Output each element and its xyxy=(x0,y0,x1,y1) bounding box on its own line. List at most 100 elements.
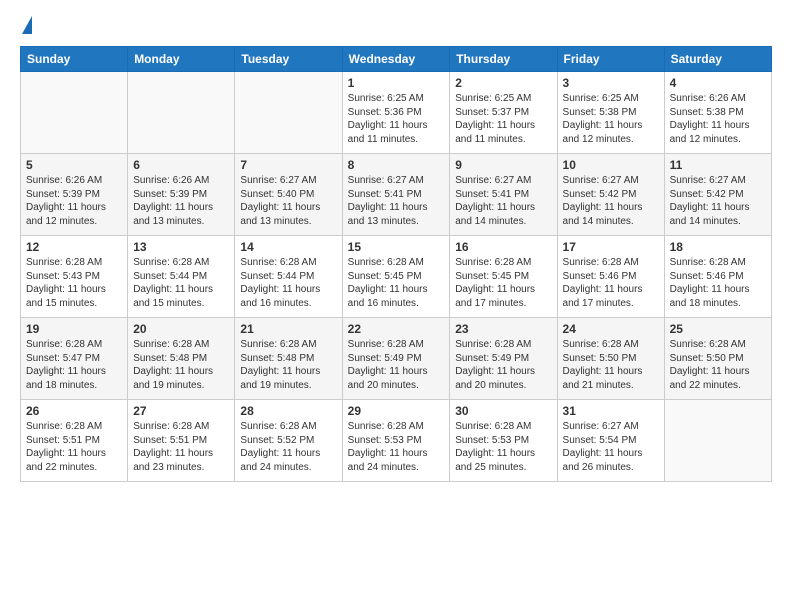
calendar-week-row: 5 Sunrise: 6:26 AMSunset: 5:39 PMDaylight… xyxy=(21,154,772,236)
calendar-header-friday: Friday xyxy=(557,47,664,72)
day-number: 8 xyxy=(348,158,445,172)
calendar-header-sunday: Sunday xyxy=(21,47,128,72)
calendar-cell: 14 Sunrise: 6:28 AMSunset: 5:44 PMDayligh… xyxy=(235,236,342,318)
day-number: 21 xyxy=(240,322,336,336)
day-detail: Sunrise: 6:28 AMSunset: 5:51 PMDaylight:… xyxy=(133,420,229,474)
calendar-cell: 9 Sunrise: 6:27 AMSunset: 5:41 PMDaylight… xyxy=(450,154,557,236)
day-number: 30 xyxy=(455,404,551,418)
day-number: 3 xyxy=(563,76,659,90)
calendar-cell: 28Sunrise: 6:28 AMSunset: 5:52 PMDayligh… xyxy=(235,400,342,482)
day-detail: Sunrise: 6:28 AMSunset: 5:48 PMDaylight:… xyxy=(133,338,229,392)
calendar-cell: 15 Sunrise: 6:28 AMSunset: 5:45 PMDayligh… xyxy=(342,236,450,318)
day-number: 31 xyxy=(563,404,659,418)
calendar-cell: 10 Sunrise: 6:27 AMSunset: 5:42 PMDayligh… xyxy=(557,154,664,236)
day-detail: Sunrise: 6:28 AMSunset: 5:44 PMDaylight:… xyxy=(240,256,336,310)
calendar-cell: 19Sunrise: 6:28 AMSunset: 5:47 PMDayligh… xyxy=(21,318,128,400)
calendar-cell: 22 Sunrise: 6:28 AMSunset: 5:49 PMDayligh… xyxy=(342,318,450,400)
calendar-cell: 16 Sunrise: 6:28 AMSunset: 5:45 PMDayligh… xyxy=(450,236,557,318)
day-number: 7 xyxy=(240,158,336,172)
day-number: 10 xyxy=(563,158,659,172)
day-detail: Sunrise: 6:28 AMSunset: 5:53 PMDaylight:… xyxy=(348,420,445,474)
day-detail: Sunrise: 6:27 AMSunset: 5:42 PMDaylight:… xyxy=(563,174,659,228)
calendar-cell: 27Sunrise: 6:28 AMSunset: 5:51 PMDayligh… xyxy=(128,400,235,482)
day-number: 9 xyxy=(455,158,551,172)
day-detail: Sunrise: 6:28 AMSunset: 5:46 PMDaylight:… xyxy=(670,256,766,310)
calendar-cell: 8Sunrise: 6:27 AMSunset: 5:41 PMDaylight… xyxy=(342,154,450,236)
calendar-cell: 7 Sunrise: 6:27 AMSunset: 5:40 PMDaylight… xyxy=(235,154,342,236)
calendar-cell: 29 Sunrise: 6:28 AMSunset: 5:53 PMDayligh… xyxy=(342,400,450,482)
calendar-header-row: SundayMondayTuesdayWednesdayThursdayFrid… xyxy=(21,47,772,72)
calendar-cell xyxy=(235,72,342,154)
calendar-cell: 26 Sunrise: 6:28 AMSunset: 5:51 PMDayligh… xyxy=(21,400,128,482)
day-number: 15 xyxy=(348,240,445,254)
day-number: 22 xyxy=(348,322,445,336)
day-number: 11 xyxy=(670,158,766,172)
day-detail: Sunrise: 6:28 AMSunset: 5:44 PMDaylight:… xyxy=(133,256,229,310)
calendar-header-thursday: Thursday xyxy=(450,47,557,72)
day-number: 2 xyxy=(455,76,551,90)
calendar-header-tuesday: Tuesday xyxy=(235,47,342,72)
day-detail: Sunrise: 6:27 AMSunset: 5:54 PMDaylight:… xyxy=(563,420,659,474)
day-detail: Sunrise: 6:28 AMSunset: 5:51 PMDaylight:… xyxy=(26,420,122,474)
day-detail: Sunrise: 6:26 AMSunset: 5:39 PMDaylight:… xyxy=(133,174,229,228)
day-detail: Sunrise: 6:25 AMSunset: 5:36 PMDaylight:… xyxy=(348,92,445,146)
day-detail: Sunrise: 6:28 AMSunset: 5:45 PMDaylight:… xyxy=(348,256,445,310)
day-detail: Sunrise: 6:28 AMSunset: 5:43 PMDaylight:… xyxy=(26,256,122,310)
calendar-cell: 11 Sunrise: 6:27 AMSunset: 5:42 PMDayligh… xyxy=(664,154,771,236)
calendar-cell: 6 Sunrise: 6:26 AMSunset: 5:39 PMDaylight… xyxy=(128,154,235,236)
calendar-cell: 31 Sunrise: 6:27 AMSunset: 5:54 PMDayligh… xyxy=(557,400,664,482)
day-number: 6 xyxy=(133,158,229,172)
day-number: 12 xyxy=(26,240,122,254)
day-number: 17 xyxy=(563,240,659,254)
day-detail: Sunrise: 6:28 AMSunset: 5:46 PMDaylight:… xyxy=(563,256,659,310)
calendar-table: SundayMondayTuesdayWednesdayThursdayFrid… xyxy=(20,46,772,482)
header xyxy=(20,16,772,36)
day-detail: Sunrise: 6:25 AMSunset: 5:37 PMDaylight:… xyxy=(455,92,551,146)
day-detail: Sunrise: 6:26 AMSunset: 5:39 PMDaylight:… xyxy=(26,174,122,228)
calendar-week-row: 12 Sunrise: 6:28 AMSunset: 5:43 PMDayligh… xyxy=(21,236,772,318)
day-detail: Sunrise: 6:25 AMSunset: 5:38 PMDaylight:… xyxy=(563,92,659,146)
day-number: 28 xyxy=(240,404,336,418)
logo xyxy=(20,16,32,36)
day-detail: Sunrise: 6:28 AMSunset: 5:48 PMDaylight:… xyxy=(240,338,336,392)
calendar-cell: 5 Sunrise: 6:26 AMSunset: 5:39 PMDaylight… xyxy=(21,154,128,236)
day-number: 14 xyxy=(240,240,336,254)
day-number: 1 xyxy=(348,76,445,90)
day-detail: Sunrise: 6:28 AMSunset: 5:50 PMDaylight:… xyxy=(670,338,766,392)
calendar-header-wednesday: Wednesday xyxy=(342,47,450,72)
day-detail: Sunrise: 6:27 AMSunset: 5:42 PMDaylight:… xyxy=(670,174,766,228)
day-detail: Sunrise: 6:28 AMSunset: 5:49 PMDaylight:… xyxy=(455,338,551,392)
calendar-cell: 13Sunrise: 6:28 AMSunset: 5:44 PMDayligh… xyxy=(128,236,235,318)
calendar-week-row: 1 Sunrise: 6:25 AMSunset: 5:36 PMDaylight… xyxy=(21,72,772,154)
day-number: 5 xyxy=(26,158,122,172)
day-detail: Sunrise: 6:28 AMSunset: 5:50 PMDaylight:… xyxy=(563,338,659,392)
day-number: 20 xyxy=(133,322,229,336)
logo-triangle-icon xyxy=(22,16,32,34)
calendar-cell: 17 Sunrise: 6:28 AMSunset: 5:46 PMDayligh… xyxy=(557,236,664,318)
calendar-cell: 2 Sunrise: 6:25 AMSunset: 5:37 PMDaylight… xyxy=(450,72,557,154)
day-number: 18 xyxy=(670,240,766,254)
day-number: 19 xyxy=(26,322,122,336)
day-number: 4 xyxy=(670,76,766,90)
calendar-week-row: 26 Sunrise: 6:28 AMSunset: 5:51 PMDayligh… xyxy=(21,400,772,482)
day-number: 24 xyxy=(563,322,659,336)
day-detail: Sunrise: 6:28 AMSunset: 5:45 PMDaylight:… xyxy=(455,256,551,310)
calendar-header-monday: Monday xyxy=(128,47,235,72)
day-number: 23 xyxy=(455,322,551,336)
day-detail: Sunrise: 6:27 AMSunset: 5:40 PMDaylight:… xyxy=(240,174,336,228)
day-number: 26 xyxy=(26,404,122,418)
day-number: 16 xyxy=(455,240,551,254)
calendar-cell: 21 Sunrise: 6:28 AMSunset: 5:48 PMDayligh… xyxy=(235,318,342,400)
day-detail: Sunrise: 6:26 AMSunset: 5:38 PMDaylight:… xyxy=(670,92,766,146)
day-detail: Sunrise: 6:27 AMSunset: 5:41 PMDaylight:… xyxy=(455,174,551,228)
calendar-cell: 24 Sunrise: 6:28 AMSunset: 5:50 PMDayligh… xyxy=(557,318,664,400)
calendar-cell xyxy=(128,72,235,154)
calendar-cell: 3 Sunrise: 6:25 AMSunset: 5:38 PMDaylight… xyxy=(557,72,664,154)
calendar-cell xyxy=(664,400,771,482)
day-detail: Sunrise: 6:28 AMSunset: 5:49 PMDaylight:… xyxy=(348,338,445,392)
calendar-cell: 1 Sunrise: 6:25 AMSunset: 5:36 PMDaylight… xyxy=(342,72,450,154)
day-number: 29 xyxy=(348,404,445,418)
day-number: 25 xyxy=(670,322,766,336)
calendar-cell: 25 Sunrise: 6:28 AMSunset: 5:50 PMDayligh… xyxy=(664,318,771,400)
calendar-header-saturday: Saturday xyxy=(664,47,771,72)
